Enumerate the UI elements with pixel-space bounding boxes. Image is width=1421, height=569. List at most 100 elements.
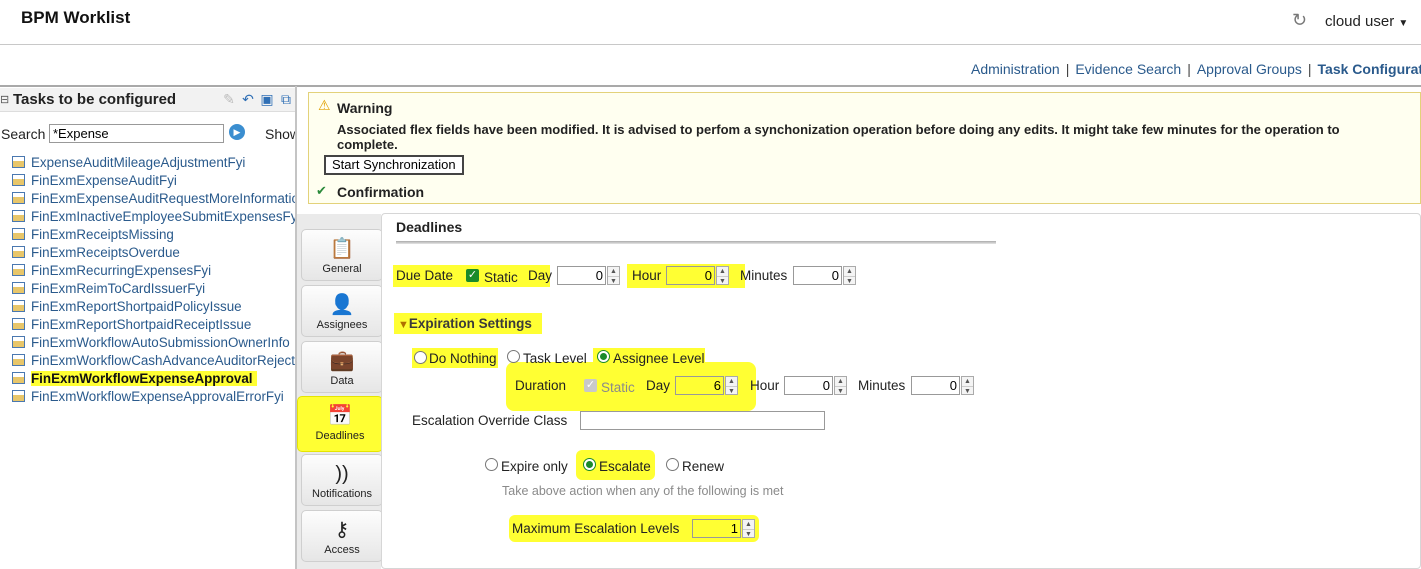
task-label: FinExmWorkflowAutoSubmissionOwnerInfo	[31, 335, 290, 350]
exp-minutes-label: Minutes	[858, 378, 906, 393]
radio-assignee-level[interactable]	[597, 350, 610, 363]
tab-label: Assignees	[316, 319, 368, 331]
edit-icon[interactable]: ✎	[221, 91, 237, 107]
spin-down-icon[interactable]: ▼	[962, 386, 973, 395]
tab-data[interactable]: 💼 Data	[301, 341, 383, 393]
due-date-static-label: Static	[484, 270, 518, 285]
task-icon	[12, 156, 25, 168]
spin-up-icon[interactable]: ▲	[726, 377, 737, 386]
radio-escalate[interactable]	[583, 458, 596, 471]
task-list-item[interactable]: FinExmExpenseAuditFyi	[12, 172, 295, 190]
tab-deadlines[interactable]: 📅 Deadlines	[297, 396, 383, 452]
duration-static-checkbox: ✓	[584, 379, 597, 392]
max-escalation-label: Maximum Escalation Levels	[512, 521, 680, 536]
due-minutes-spinner[interactable]: ▲ ▼	[843, 266, 856, 285]
spin-down-icon[interactable]: ▼	[835, 386, 846, 395]
spin-down-icon[interactable]: ▼	[726, 386, 737, 395]
due-date-static-checkbox[interactable]: ✓	[466, 269, 479, 282]
task-label: FinExmExpenseAuditFyi	[31, 173, 177, 188]
exp-hour-spinner[interactable]: ▲ ▼	[834, 376, 847, 395]
spin-up-icon[interactable]: ▲	[608, 267, 619, 276]
due-hour-spinner[interactable]: ▲ ▼	[716, 266, 729, 285]
radio-task-level[interactable]	[507, 350, 520, 363]
renew-label: Renew	[682, 459, 725, 474]
exp-hour-input[interactable]	[784, 376, 833, 395]
start-synchronization-button[interactable]: Start Synchronization	[324, 155, 464, 175]
task-list-item[interactable]: FinExmInactiveEmployeeSubmitExpensesFyi	[12, 208, 295, 226]
task-list-item[interactable]: FinExmExpenseAuditRequestMoreInformation	[12, 190, 295, 208]
escalate-label: Escalate	[599, 459, 651, 474]
spin-down-icon[interactable]: ▼	[608, 276, 619, 285]
task-level-label: Task Level	[523, 351, 587, 366]
exp-day-spinner[interactable]: ▲ ▼	[725, 376, 738, 395]
show-label[interactable]: Show	[265, 126, 295, 142]
undo-icon[interactable]: ↶	[240, 91, 256, 107]
nav-approval-groups[interactable]: Approval Groups	[1197, 61, 1302, 77]
action-hint: Take above action when any of the follow…	[502, 484, 784, 498]
collapse-icon[interactable]: ⊟	[0, 93, 9, 106]
save-icon[interactable]: ▣	[259, 91, 275, 107]
nav-administration[interactable]: Administration	[971, 61, 1060, 77]
tab-label: Data	[330, 375, 354, 387]
exp-day-input[interactable]	[675, 376, 724, 395]
task-list-item[interactable]: FinExmWorkflowExpenseApprovalErrorFyi	[12, 388, 295, 406]
warning-message: Associated flex fields have been modifie…	[337, 122, 1340, 152]
task-list-item[interactable]: FinExmRecurringExpensesFyi	[12, 262, 295, 280]
triangle-down-icon: ▼	[398, 319, 409, 331]
spin-up-icon[interactable]: ▲	[962, 377, 973, 386]
due-day-spinner[interactable]: ▲ ▼	[607, 266, 620, 285]
radio-renew[interactable]	[666, 458, 679, 471]
key-icon: ⚷	[334, 519, 350, 541]
task-label: FinExmReceiptsMissing	[31, 227, 174, 242]
task-icon	[12, 228, 25, 240]
exp-minutes-spinner[interactable]: ▲ ▼	[961, 376, 974, 395]
task-list-item[interactable]: FinExmReceiptsMissing	[12, 226, 295, 244]
spin-up-icon[interactable]: ▲	[743, 520, 754, 529]
exp-minutes-input[interactable]	[911, 376, 960, 395]
nav-evidence-search[interactable]: Evidence Search	[1075, 61, 1181, 77]
tab-label: General	[322, 263, 362, 275]
spin-up-icon[interactable]: ▲	[835, 377, 846, 386]
escalation-override-label: Escalation Override Class	[412, 413, 568, 428]
tab-access[interactable]: ⚷ Access	[301, 510, 383, 562]
nav-task-configuration[interactable]: Task Configuration	[1318, 61, 1421, 77]
confirmation-icon: ✔	[316, 183, 327, 198]
tab-general[interactable]: 📋 General	[301, 229, 383, 281]
nav-separator: |	[1065, 61, 1070, 77]
task-list-item[interactable]: FinExmReceiptsOverdue	[12, 244, 295, 262]
due-date-label: Due Date	[396, 268, 454, 283]
spin-down-icon[interactable]: ▼	[717, 276, 728, 285]
user-menu[interactable]: cloud user ▼	[1325, 13, 1408, 30]
tab-label: Notifications	[312, 488, 372, 500]
clipboard-check-icon: 📋	[329, 238, 355, 260]
escalation-override-input[interactable]	[580, 411, 825, 430]
commit-icon[interactable]: ⧉	[278, 91, 294, 107]
max-escalation-input[interactable]	[692, 519, 741, 538]
task-label: ExpenseAuditMileageAdjustmentFyi	[31, 155, 246, 170]
radio-do-nothing[interactable]	[414, 351, 427, 364]
radio-expire-only[interactable]	[485, 458, 498, 471]
due-day-input[interactable]	[557, 266, 606, 285]
task-list-item[interactable]: FinExmReportShortpaidReceiptIssue	[12, 316, 295, 334]
spin-down-icon[interactable]: ▼	[844, 276, 855, 285]
task-list-item[interactable]: FinExmWorkflowExpenseApproval	[12, 370, 295, 388]
tab-notifications[interactable]: )) Notifications	[301, 454, 383, 506]
task-list-item[interactable]: FinExmWorkflowCashAdvanceAuditorReject	[12, 352, 295, 370]
task-list-item[interactable]: FinExmReportShortpaidPolicyIssue	[12, 298, 295, 316]
search-input[interactable]	[49, 124, 224, 143]
expiration-settings-toggle[interactable]: ▼Expiration Settings	[398, 316, 532, 331]
spin-down-icon[interactable]: ▼	[743, 529, 754, 538]
spin-up-icon[interactable]: ▲	[717, 267, 728, 276]
tab-label: Deadlines	[315, 430, 365, 442]
due-minutes-input[interactable]	[793, 266, 842, 285]
refresh-icon[interactable]: ↻	[1292, 10, 1307, 31]
due-hour-input[interactable]	[666, 266, 715, 285]
task-list-item[interactable]: FinExmReimToCardIssuerFyi	[12, 280, 295, 298]
max-escalation-spinner[interactable]: ▲ ▼	[742, 519, 755, 538]
tab-assignees[interactable]: 👤 Assignees	[301, 285, 383, 337]
task-icon	[12, 282, 25, 294]
spin-up-icon[interactable]: ▲	[844, 267, 855, 276]
task-list-item[interactable]: ExpenseAuditMileageAdjustmentFyi	[12, 154, 295, 172]
search-go-icon[interactable]: ▶	[229, 124, 245, 140]
task-list-item[interactable]: FinExmWorkflowAutoSubmissionOwnerInfo	[12, 334, 295, 352]
